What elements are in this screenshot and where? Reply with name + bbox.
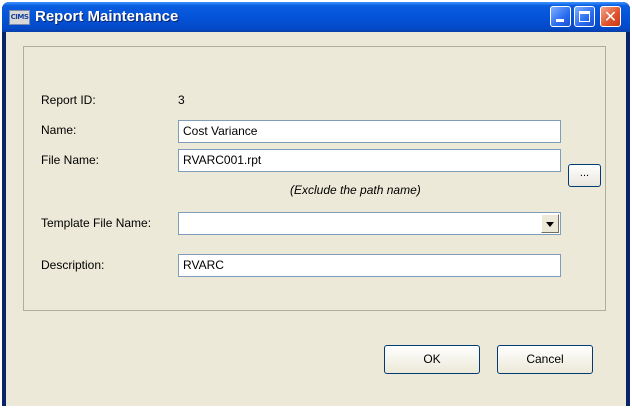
title-bar[interactable]: CIMS Report Maintenance ✕ <box>2 2 630 32</box>
name-field[interactable]: Cost Variance <box>178 120 561 143</box>
maximize-button[interactable] <box>574 6 595 27</box>
chevron-down-icon <box>546 222 554 227</box>
name-label: Name: <box>41 123 77 137</box>
description-label: Description: <box>41 258 105 272</box>
close-icon: ✕ <box>603 7 618 26</box>
ok-button[interactable]: OK <box>384 345 480 374</box>
template-file-name-label: Template File Name: <box>41 216 152 230</box>
template-file-name-dropdown[interactable] <box>178 212 561 235</box>
description-field[interactable]: RVARC <box>178 254 561 277</box>
browse-button[interactable]: ... <box>568 164 601 187</box>
minimize-icon <box>556 19 564 22</box>
file-name-label: File Name: <box>41 153 100 167</box>
report-id-label: Report ID: <box>41 93 96 107</box>
cancel-button[interactable]: Cancel <box>497 345 593 374</box>
close-button[interactable]: ✕ <box>600 6 621 27</box>
report-id-value: 3 <box>178 93 185 107</box>
window-title: Report Maintenance <box>35 8 179 25</box>
maximize-icon <box>579 11 590 22</box>
app-icon: CIMS <box>9 10 30 25</box>
dropdown-button[interactable] <box>541 214 559 233</box>
minimize-button[interactable] <box>550 6 571 27</box>
file-name-hint: (Exclude the path name) <box>290 183 421 197</box>
file-name-field[interactable]: RVARC001.rpt <box>178 149 561 172</box>
dialog-body: Report ID: 3 Name: Cost Variance File Na… <box>6 32 626 406</box>
report-maintenance-window: CIMS Report Maintenance ✕ Report ID: 3 N… <box>2 2 630 406</box>
